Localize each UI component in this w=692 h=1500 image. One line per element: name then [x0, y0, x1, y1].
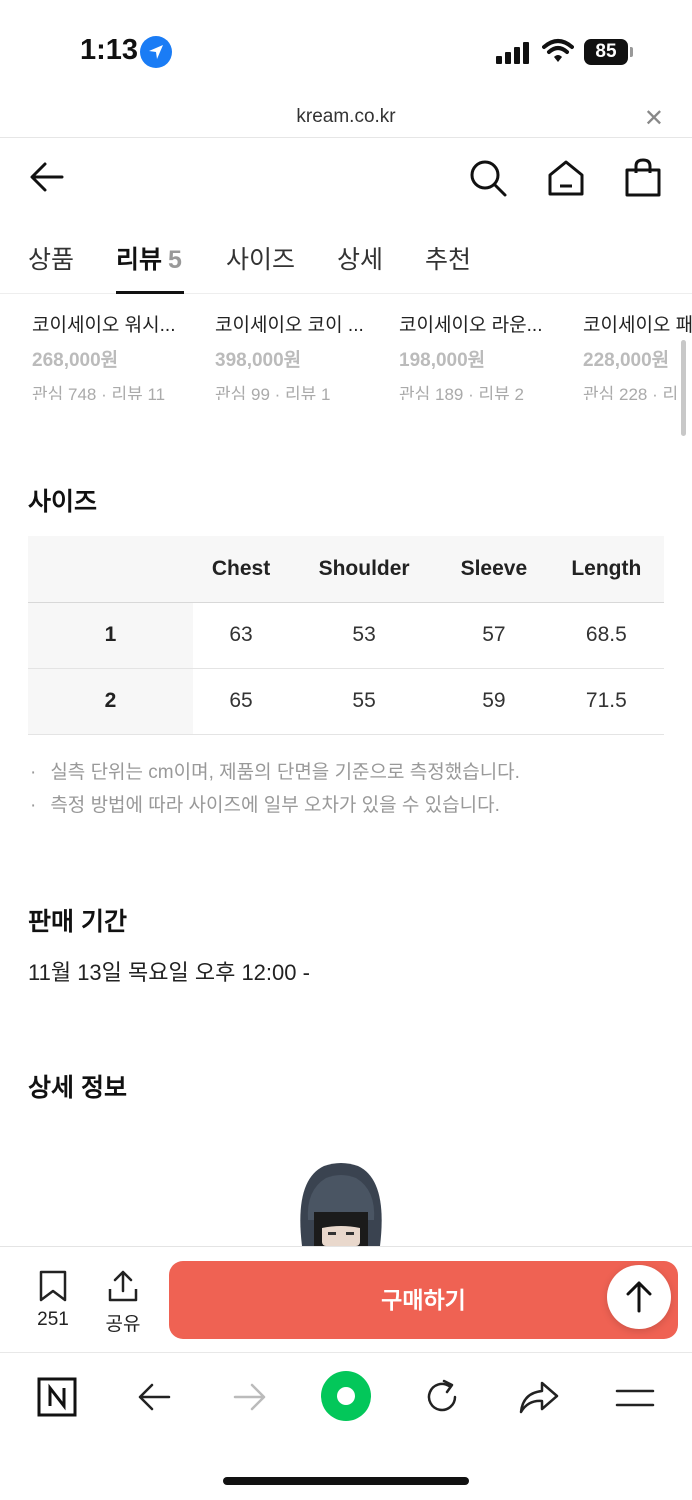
size-label: 1 — [28, 602, 193, 669]
table-cell: 53 — [289, 602, 440, 669]
browser-forward-icon[interactable] — [232, 1379, 268, 1415]
share-button[interactable]: 공유 — [104, 1269, 142, 1336]
detail-info-title: 상세 정보 — [28, 1074, 127, 1102]
browser-url-bar[interactable]: kream.co.kr ✕ — [0, 100, 692, 138]
table-cell: 57 — [439, 602, 549, 669]
review-count: 5 — [168, 246, 182, 274]
size-notes: · 실측 단위는 cm이며, 제품의 단면을 기준으로 측정했습니다. · 측정 방… — [30, 756, 520, 822]
naver-green-dot-icon[interactable] — [319, 1369, 373, 1423]
table-cell: 55 — [289, 668, 440, 735]
shopping-bag-icon[interactable] — [624, 158, 662, 198]
app-header — [0, 140, 692, 220]
scroll-top-icon — [626, 1281, 652, 1313]
scroll-top-button[interactable] — [607, 1265, 671, 1329]
column-header-chest: Chest — [193, 536, 290, 603]
battery-indicator: 85 — [584, 39, 633, 65]
naver-icon[interactable] — [37, 1377, 77, 1417]
status-bar: 1:13 85 — [0, 0, 692, 100]
table-row: 1 63 53 57 68.5 — [28, 602, 664, 669]
size-table: Chest Shoulder Sleeve Length 1 63 53 57 … — [28, 536, 664, 735]
size-table-header: Chest Shoulder Sleeve Length — [28, 536, 664, 603]
related-product-card[interactable]: 코이세이오 패 228,000원 관심 228 · 리 — [583, 310, 692, 400]
search-icon[interactable] — [468, 158, 508, 198]
section-tabs: 상품 리뷰 5 사이즈 상세 추천 — [0, 222, 692, 294]
browser-back-icon[interactable] — [136, 1379, 172, 1415]
share-icon — [108, 1270, 138, 1302]
active-tab-indicator — [116, 291, 184, 294]
table-cell: 71.5 — [548, 668, 664, 735]
note-item: · 실측 단위는 cm이며, 제품의 단면을 기준으로 측정했습니다. — [30, 762, 520, 783]
sale-period-value: 11월 13일 목요일 오후 12:00 - — [28, 960, 310, 985]
tab-review[interactable]: 리뷰 5 — [116, 240, 182, 276]
column-header-length: Length — [548, 536, 664, 603]
related-products: 코이세이오 워시... 268,000원 관심 748 · 리뷰 11 코이세이… — [0, 300, 692, 400]
note-item: · 측정 방법에 따라 사이즈에 일부 오차가 있을 수 있습니다. — [30, 795, 500, 816]
home-icon[interactable] — [546, 158, 586, 198]
table-row: 2 65 55 59 71.5 — [28, 668, 664, 735]
buy-button[interactable]: 구매하기 — [169, 1261, 678, 1339]
table-cell: 65 — [193, 668, 290, 735]
back-arrow-icon[interactable] — [28, 158, 66, 196]
tab-size[interactable]: 사이즈 — [226, 240, 295, 276]
home-indicator — [223, 1477, 469, 1485]
page-scrollbar[interactable] — [681, 340, 686, 436]
url-text[interactable]: kream.co.kr — [0, 106, 692, 128]
bookmark-count: 251 — [37, 1309, 69, 1330]
menu-icon[interactable] — [615, 1383, 655, 1413]
column-header-shoulder: Shoulder — [289, 536, 440, 603]
size-label: 2 — [28, 668, 193, 735]
sale-period-title: 판매 기간 — [28, 908, 127, 936]
location-icon — [140, 36, 172, 68]
close-icon[interactable]: ✕ — [644, 104, 664, 133]
table-cell: 68.5 — [548, 602, 664, 669]
signal-icon — [496, 40, 532, 64]
share-label: 공유 — [105, 1314, 141, 1335]
table-cell: 59 — [439, 668, 549, 735]
tab-product[interactable]: 상품 — [28, 240, 74, 276]
wifi-icon — [542, 39, 574, 62]
column-header-sleeve: Sleeve — [439, 536, 549, 603]
tab-recommend[interactable]: 추천 — [425, 240, 471, 276]
tab-detail[interactable]: 상세 — [337, 240, 383, 276]
battery-level: 85 — [584, 39, 628, 65]
bottom-action-bar: 251 공유 구매하기 — [0, 1246, 692, 1350]
forward-share-icon[interactable] — [518, 1377, 560, 1417]
column-header-empty — [28, 536, 193, 603]
table-cell: 63 — [193, 602, 290, 669]
reload-icon[interactable] — [422, 1377, 462, 1417]
status-time: 1:13 — [80, 34, 139, 66]
related-product-card[interactable]: 코이세이오 코이 ... 398,000원 관심 99 · 리뷰 1 — [215, 310, 385, 400]
bookmark-button[interactable]: 251 — [34, 1269, 72, 1331]
related-product-card[interactable]: 코이세이오 워시... 268,000원 관심 748 · 리뷰 11 — [32, 310, 202, 400]
bookmark-icon — [39, 1270, 67, 1302]
size-section-title: 사이즈 — [28, 488, 98, 516]
product-detail-image — [294, 1160, 388, 1246]
related-product-card[interactable]: 코이세이오 라운... 198,000원 관심 189 · 리뷰 2 — [399, 310, 569, 400]
